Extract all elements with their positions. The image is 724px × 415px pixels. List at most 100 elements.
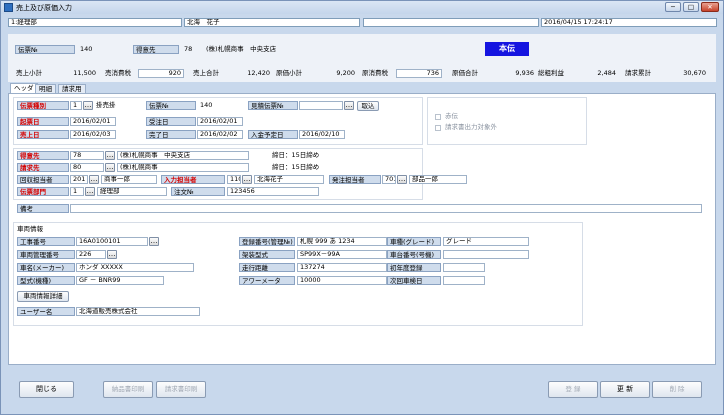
uriage-shokei-value: 11,500 [73, 69, 96, 77]
summary-tokuisaki-code: 78 [184, 45, 193, 53]
kaishu-lookup-button[interactable]: … [89, 175, 99, 184]
nyuryoku-label: 入力担当者 [161, 175, 225, 184]
nyuryoku-name: 北海花子 [254, 175, 324, 184]
form-denpyo-no-label: 伝票№ [146, 101, 196, 110]
denpyo-shubetsu-lookup-button[interactable]: … [83, 101, 93, 110]
seikyusho-checkbox[interactable] [435, 125, 441, 131]
toroku-button[interactable]: 登 録 [548, 381, 598, 398]
gen-shohizei-value: 736 [396, 69, 442, 78]
seikyusaki-shime: 締日：15日締め [272, 163, 320, 171]
tokuisaki-code[interactable]: 78 [70, 151, 104, 160]
kian-bi-input[interactable]: 2016/02/01 [70, 117, 116, 126]
denpyo-shubetsu-code[interactable]: 1 [70, 101, 82, 110]
koshin-button[interactable]: 更 新 [600, 381, 650, 398]
close-button[interactable]: 閉じる [19, 381, 74, 398]
tokuisaki-lookup-button[interactable]: … [105, 151, 115, 160]
soko-input[interactable]: 137274 [297, 263, 387, 272]
kanri-lookup-button[interactable]: … [107, 250, 117, 259]
footer-bar: 閉じる 納品書印刷 請求書印刷 登 録 更 新 削 除 [8, 374, 716, 406]
koji-label: 工事番号 [17, 237, 75, 246]
genka-gokei-label: 原価合計 [452, 69, 478, 77]
sharyo-shosai-button[interactable]: 車両情報詳細 [17, 291, 69, 302]
shonendo-input[interactable] [443, 263, 485, 272]
header-datetime: 2016/04/15 17:24:17 [541, 18, 717, 27]
soarari-value: 2,484 [597, 69, 616, 77]
toroku-input[interactable]: 札幌 999 あ 1234 [297, 237, 387, 246]
summary-denpyo-value: 140 [80, 45, 93, 53]
kian-bi-label: 起票日 [17, 117, 69, 126]
seikyusaki-code[interactable]: 80 [70, 163, 104, 172]
seikyu-ruikei-label: 請求累計 [625, 69, 651, 77]
nyukin-label: 入金予定日 [248, 130, 298, 139]
tokuisaki-shime: 締日：15日締め [272, 151, 320, 159]
nyuryoku-lookup-button[interactable]: … [242, 175, 252, 184]
juchu-bi-input[interactable]: 2016/02/01 [197, 117, 243, 126]
denpyo-bumon-lookup-button[interactable]: … [85, 187, 95, 196]
genka-shokei-label: 原価小計 [276, 69, 302, 77]
seikyusaki-name: (株)札幌商事 [117, 163, 249, 172]
mitsumori-lookup-button[interactable]: … [344, 101, 354, 110]
maker-input[interactable]: ホンダ XXXXX [76, 263, 194, 272]
uriage-gokei-value: 12,420 [247, 69, 270, 77]
kata-label: 架装型式 [239, 250, 295, 259]
seikyusho-label: 請求書出力対象外 [445, 123, 497, 131]
close-window-button[interactable]: ✕ [701, 2, 719, 12]
biko-label: 備考 [17, 204, 69, 213]
soko-label: 走行距離 [239, 263, 295, 272]
minimize-button[interactable]: ─ [665, 2, 681, 12]
toroku-label: 登録番号(管理№) [239, 237, 295, 246]
uriage-shokei-label: 売上小計 [16, 69, 42, 77]
uriage-bi-input[interactable]: 2016/02/03 [70, 130, 116, 139]
shonendo-label: 初年度登録 [387, 263, 441, 272]
akaden-label: 赤伝 [445, 112, 458, 120]
maximize-button[interactable]: □ [683, 2, 699, 12]
denpyo-bumon-code[interactable]: 1 [70, 187, 84, 196]
honden-badge: 本伝 [485, 42, 529, 56]
sakujo-button[interactable]: 削 除 [652, 381, 702, 398]
nohin-print-button[interactable]: 納品書印刷 [103, 381, 153, 398]
tokuisaki-label: 得意先 [17, 151, 69, 160]
biko-input[interactable] [70, 204, 702, 213]
koji-input[interactable]: 16A0100101 [76, 237, 148, 246]
nyuryoku-code[interactable]: 110 [227, 175, 241, 184]
kanryo-bi-label: 完了日 [146, 130, 196, 139]
kanryo-bi-input[interactable]: 2016/02/02 [197, 130, 243, 139]
chumon-input[interactable]: 123456 [227, 187, 319, 196]
maker-label: 車名(メーカー) [17, 263, 75, 272]
grade-input[interactable]: グレード [443, 237, 529, 246]
kaishu-label: 回収担当者 [17, 175, 69, 184]
tokuisaki-name: (株)札幌商事 中央支店 [117, 151, 249, 160]
jikai-input[interactable] [443, 276, 485, 285]
nyukin-input[interactable]: 2016/02/10 [299, 130, 345, 139]
seikyu-print-button[interactable]: 請求書印刷 [156, 381, 206, 398]
hour-input[interactable]: 10000 [297, 276, 387, 285]
keishiki-input[interactable]: GF － BNR99 [76, 276, 164, 285]
genka-gokei-value: 9,936 [515, 69, 534, 77]
hatchu-lookup-button[interactable]: … [397, 175, 407, 184]
hatchu-name: 部品一郎 [409, 175, 467, 184]
group-flags [427, 97, 587, 145]
shadai-input[interactable] [443, 250, 529, 259]
mitsumori-input[interactable] [299, 101, 343, 110]
torikomi-button[interactable]: 取込 [357, 101, 379, 111]
summary-tokuisaki-name: (株)札幌商事 中央支店 [206, 45, 277, 53]
title-bar: 売上及び原価入力 ─ □ ✕ [1, 1, 723, 14]
kata-input[interactable]: SP99X－99A [297, 250, 387, 259]
chumon-label: 注文№ [171, 187, 225, 196]
grade-label: 車種(グレード) [387, 237, 441, 246]
kaishu-code[interactable]: 201 [70, 175, 88, 184]
hatchu-code[interactable]: 701 [382, 175, 396, 184]
koji-lookup-button[interactable]: … [149, 237, 159, 246]
summary-panel: 伝票№ 140 得意先 78 (株)札幌商事 中央支店 本伝 売上小計 11,5… [8, 34, 716, 82]
header-extra [363, 18, 539, 27]
seikyusaki-lookup-button[interactable]: … [105, 163, 115, 172]
denpyo-shubetsu-name: 掛売掛 [96, 101, 116, 109]
kanri-input[interactable]: 226 [76, 250, 106, 259]
uri-shohizei-label: 売消費税 [105, 69, 131, 77]
denpyo-bumon-label: 伝票部門 [17, 187, 69, 196]
user-name-input[interactable]: 北海道販売株式会社 [76, 307, 200, 316]
kanri-label: 車両管理番号 [17, 250, 75, 259]
summary-tokuisaki-label: 得意先 [133, 45, 179, 54]
akaden-checkbox[interactable] [435, 114, 441, 120]
user-name-label: ユーザー名 [17, 307, 75, 316]
